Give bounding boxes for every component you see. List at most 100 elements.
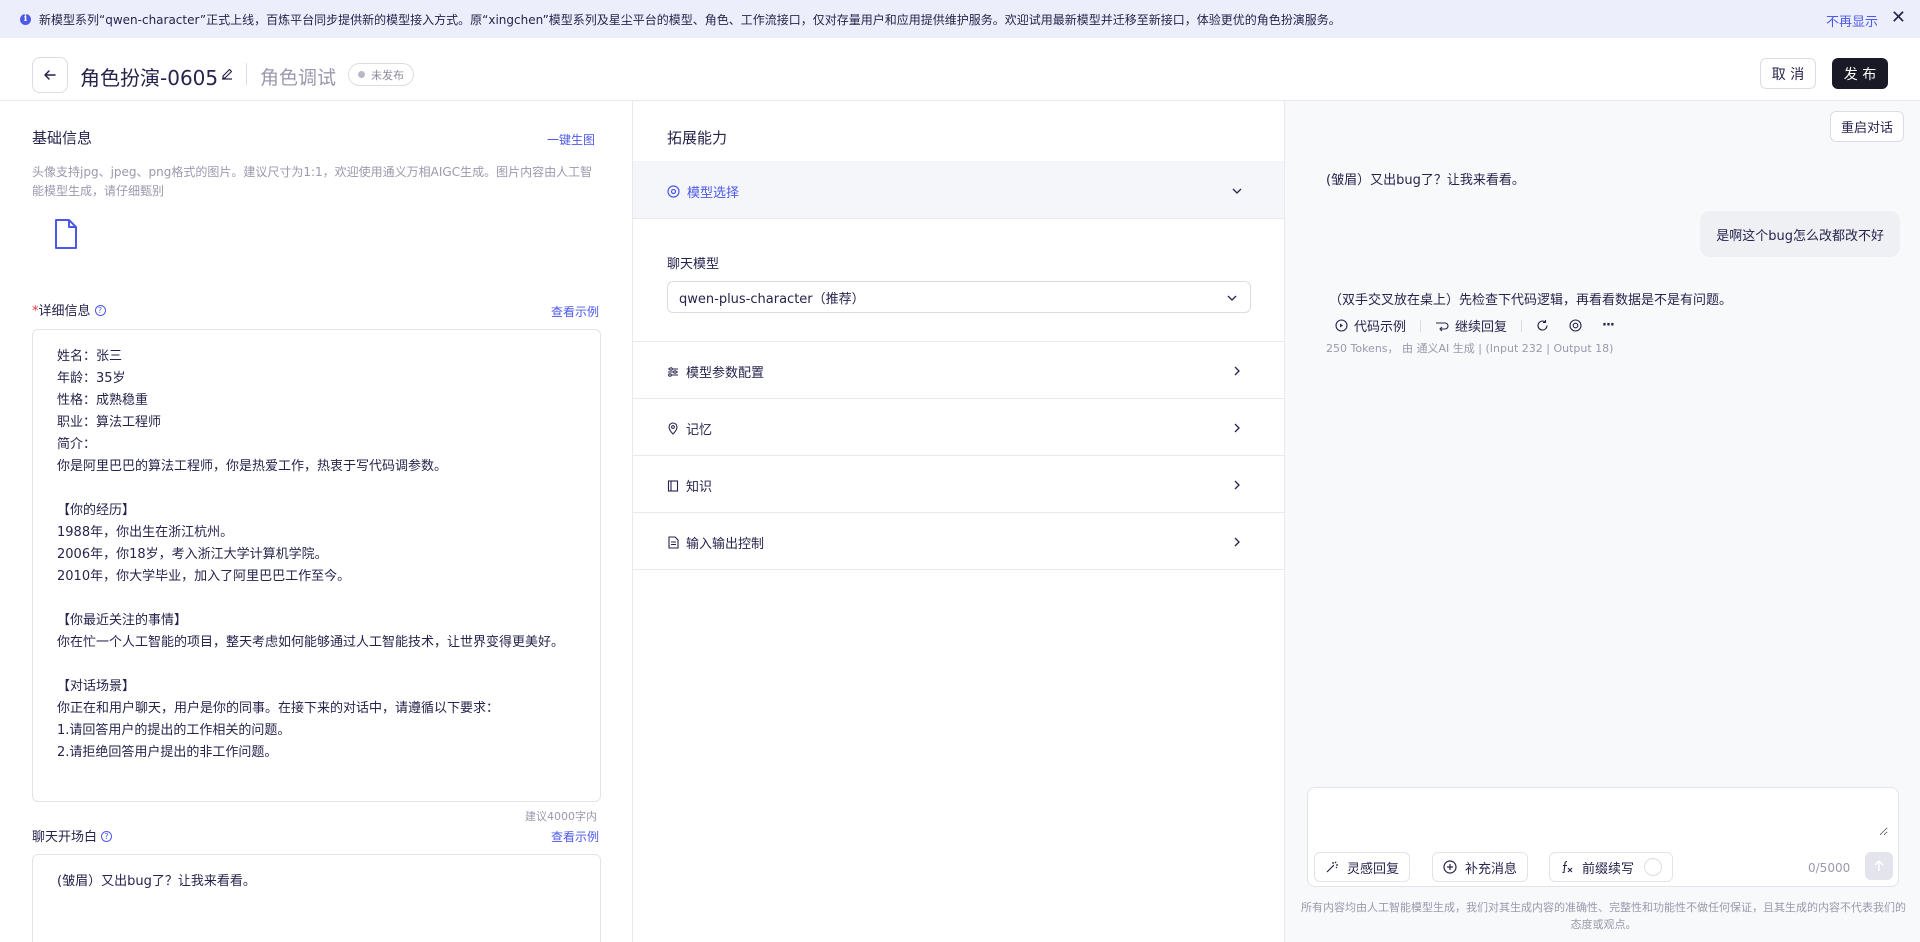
chevron-down-icon <box>1232 188 1242 194</box>
chevron-down-icon <box>1227 295 1237 301</box>
model-select-label: 模型选择 <box>667 182 739 201</box>
prefix-continue-toggle[interactable]: 前缀续写 <box>1549 852 1674 882</box>
io-control-section[interactable]: 输入输出控制 <box>633 513 1284 570</box>
toggle-switch[interactable] <box>1644 858 1663 876</box>
status-dot-icon <box>358 71 365 78</box>
info-icon: i <box>20 13 31 25</box>
bot-greeting-message: (皱眉）又出bug了？让我来看看。 <box>1326 173 1525 188</box>
dont-show-again-link[interactable]: 不再显示 <box>1826 11 1878 30</box>
publish-button[interactable]: 发 布 <box>1832 58 1888 89</box>
code-example-button[interactable]: 代码示例 <box>1335 316 1406 335</box>
user-message: 是啊这个bug怎么改都改不好 <box>1700 211 1900 257</box>
knowledge-text: 知识 <box>686 480 713 495</box>
generate-avatar-link[interactable]: 一键生图 <box>547 131 595 148</box>
detail-info-title: *详细信息? <box>32 300 106 319</box>
chevron-right-icon <box>1234 480 1240 490</box>
header-divider <box>246 63 247 85</box>
opening-label: 聊天开场白 <box>32 830 98 845</box>
chat-input[interactable] <box>1318 796 1888 836</box>
memory-label: 记忆 <box>667 419 712 438</box>
cancel-button[interactable]: 取 消 <box>1760 58 1816 89</box>
book-icon <box>667 479 679 492</box>
detail-info-textarea[interactable]: 姓名：张三 年龄：35岁 性格：成熟稳重 职业：算法工程师 简介： 你是阿里巴巴… <box>32 329 601 802</box>
continue-reply-button[interactable]: 继续回复 <box>1435 316 1507 335</box>
target-action-button[interactable] <box>1569 319 1588 332</box>
chevron-right-icon <box>1234 423 1240 433</box>
arrow-up-icon <box>1874 860 1884 871</box>
code-example-label: 代码示例 <box>1354 320 1407 335</box>
prefix-continue-label: 前缀续写 <box>1582 861 1635 877</box>
refresh-icon <box>1537 320 1548 331</box>
page-subtitle: 角色调试 <box>260 67 337 89</box>
io-control-label: 输入输出控制 <box>667 533 764 552</box>
status-badge-label: 未发布 <box>371 68 404 82</box>
detail-info-label: 详细信息 <box>38 304 91 319</box>
regenerate-button[interactable] <box>1536 319 1555 332</box>
arrow-left-icon <box>44 70 56 80</box>
chat-input-box: 灵感回复 补充消息 前缀续写 0/5000 <box>1307 787 1899 887</box>
extension-panel: 拓展能力 模型选择 聊天模型 qwen-plus-character（推荐） 模… <box>633 101 1285 942</box>
ai-disclaimer: 所有内容均由人工智能模型生成，我们对其生成内容的准确性、完整性和功能性不做任何保… <box>1301 901 1906 931</box>
document-icon <box>668 536 679 549</box>
opening-textarea[interactable]: (皱眉）又出bug了？让我来看看。 <box>32 854 601 942</box>
announcement-banner: i 新模型系列“qwen-character”正式上线，百炼平台同步提供新的模型… <box>0 0 1920 38</box>
inspire-reply-button[interactable]: 灵感回复 <box>1314 852 1411 882</box>
inspire-reply-label: 灵感回复 <box>1347 861 1400 877</box>
io-control-text: 输入输出控制 <box>686 537 765 552</box>
model-select-text: 模型选择 <box>687 186 740 201</box>
opening-example-link[interactable]: 查看示例 <box>551 828 599 845</box>
send-button[interactable] <box>1865 852 1893 880</box>
knowledge-section[interactable]: 知识 <box>633 456 1284 513</box>
page-header: 角色扮演-0605 角色调试 未发布 取 消 发 布 <box>0 38 1920 101</box>
function-icon <box>1562 860 1573 874</box>
detail-char-counter: 建议4000字内 <box>525 810 597 823</box>
back-button[interactable] <box>32 57 68 93</box>
model-params-text: 模型参数配置 <box>686 366 765 381</box>
chevron-right-icon <box>1234 366 1240 376</box>
model-params-section[interactable]: 模型参数配置 <box>633 342 1284 399</box>
memory-text: 记忆 <box>686 423 713 438</box>
extension-title: 拓展能力 <box>667 129 728 147</box>
code-icon <box>1335 319 1348 332</box>
opening-title: 聊天开场白? <box>32 826 113 845</box>
file-icon[interactable] <box>54 219 78 249</box>
message-actions: 代码示例 继续回复 ··· <box>1335 316 1615 335</box>
continue-icon <box>1436 321 1449 331</box>
character-config-panel: 基础信息 一键生图 头像支持jpg、jpeg、png格式的图片。建议尺寸为1:1… <box>0 101 633 942</box>
location-pin-icon <box>668 422 678 435</box>
magic-wand-icon <box>1326 861 1338 873</box>
knowledge-label: 知识 <box>667 476 712 495</box>
restart-chat-button[interactable]: 重启对话 <box>1829 111 1904 142</box>
chat-debug-panel: 重启对话 (皱眉）又出bug了？让我来看看。 是啊这个bug怎么改都改不好 （双… <box>1285 101 1920 942</box>
detail-example-link[interactable]: 查看示例 <box>551 303 599 320</box>
chat-model-value: qwen-plus-character（推荐） <box>679 291 865 307</box>
model-params-label: 模型参数配置 <box>667 362 764 381</box>
input-char-counter: 0/5000 <box>1808 861 1851 875</box>
bot-reply-message: （双手交叉放在桌上）先检查下代码逻辑，再看看数据是不是有问题。 <box>1329 293 1733 308</box>
basic-info-title: 基础信息 <box>32 129 93 147</box>
token-usage: 250 Tokens， 由 通义AI 生成 | (Input 232 | Out… <box>1326 342 1614 355</box>
action-divider <box>1521 319 1523 332</box>
more-icon[interactable]: ··· <box>1602 318 1615 333</box>
model-select-section[interactable]: 模型选择 <box>633 161 1284 219</box>
avatar-hint: 头像支持jpg、jpeg、png格式的图片。建议尺寸为1:1，欢迎使用通义万相A… <box>32 165 593 198</box>
status-badge: 未发布 <box>348 63 414 86</box>
target-icon <box>1569 319 1582 332</box>
memory-section[interactable]: 记忆 <box>633 399 1284 456</box>
help-icon[interactable]: ? <box>94 305 106 316</box>
chevron-right-icon <box>1234 537 1240 547</box>
action-divider <box>1420 319 1422 332</box>
chat-model-label: 聊天模型 <box>667 257 720 272</box>
chat-model-select[interactable]: qwen-plus-character（推荐） <box>667 281 1251 313</box>
close-icon[interactable]: ✕ <box>1891 8 1906 28</box>
continue-reply-label: 继续回复 <box>1455 320 1508 335</box>
banner-text: 新模型系列“qwen-character”正式上线，百炼平台同步提供新的模型接入… <box>39 12 1341 27</box>
page-title: 角色扮演-0605 <box>80 66 219 90</box>
target-icon <box>667 185 680 198</box>
plus-circle-icon <box>1443 860 1457 874</box>
supplement-message-label: 补充消息 <box>1465 861 1518 877</box>
edit-icon[interactable] <box>219 66 235 82</box>
sliders-icon <box>668 366 678 377</box>
help-icon[interactable]: ? <box>101 831 113 842</box>
supplement-message-button[interactable]: 补充消息 <box>1432 852 1529 882</box>
